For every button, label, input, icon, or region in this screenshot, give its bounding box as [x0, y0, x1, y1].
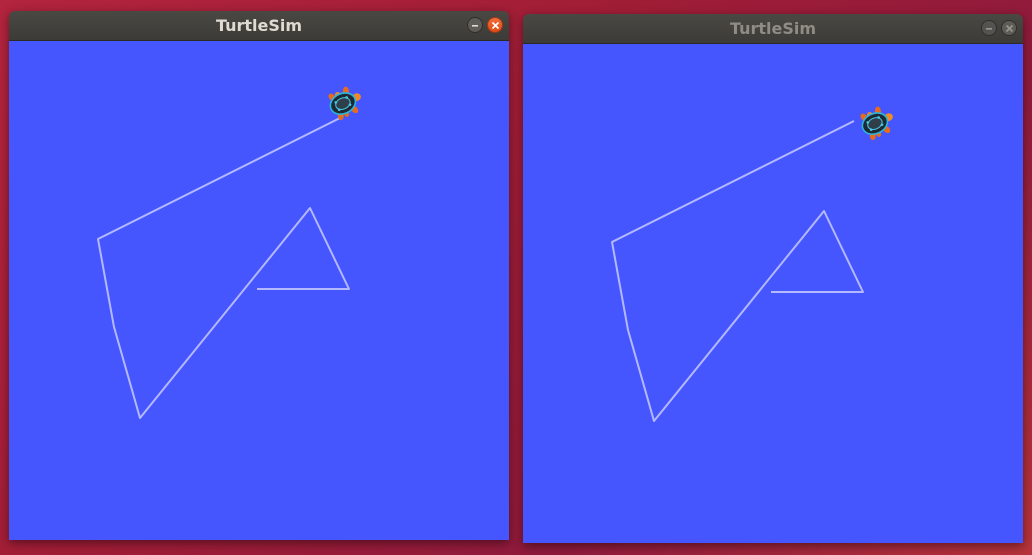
- minimize-button[interactable]: [981, 20, 997, 36]
- close-button[interactable]: [1001, 20, 1017, 36]
- canvas-background: [9, 41, 509, 540]
- turtle-canvas: [9, 41, 509, 540]
- window-title: TurtleSim: [215, 16, 303, 35]
- close-icon: [491, 21, 500, 30]
- turtlesim-window-right[interactable]: TurtleSim: [523, 14, 1023, 543]
- minimize-icon: [472, 25, 478, 27]
- canvas-background: [523, 44, 1023, 543]
- title-bar[interactable]: TurtleSim: [523, 14, 1023, 44]
- close-button[interactable]: [487, 17, 503, 33]
- title-bar[interactable]: TurtleSim: [9, 11, 509, 41]
- minimize-icon: [986, 28, 992, 30]
- window-title: TurtleSim: [729, 19, 817, 38]
- close-icon: [1005, 24, 1014, 33]
- turtlesim-window-left[interactable]: TurtleSim: [9, 11, 509, 540]
- minimize-button[interactable]: [467, 17, 483, 33]
- turtle-canvas: [523, 44, 1023, 543]
